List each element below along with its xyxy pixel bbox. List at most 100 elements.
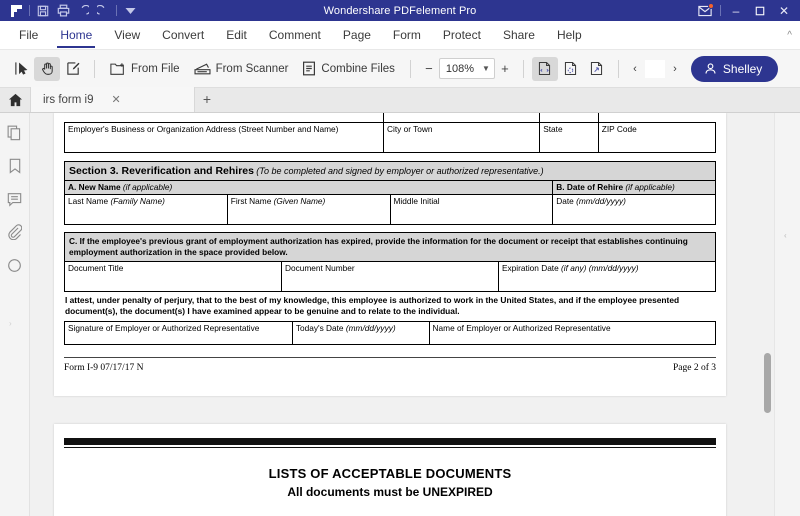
zoom-level-select[interactable]: 108% ▼ xyxy=(438,58,495,79)
tab-irs-form-i9[interactable]: irs form i9 ✕ xyxy=(30,87,195,112)
section-c-table: C. If the employee's previous grant of e… xyxy=(64,232,716,292)
chevron-up-icon[interactable]: ^ xyxy=(787,30,792,41)
right-panel-rail: ‹ xyxy=(774,113,800,516)
maximize-button[interactable] xyxy=(748,2,772,20)
label-b-note: (if applicable) xyxy=(625,181,675,192)
minimize-button[interactable]: – xyxy=(724,2,748,20)
close-icon[interactable]: ✕ xyxy=(111,93,120,106)
ribbon-tab-form[interactable]: Form xyxy=(382,21,432,50)
expiration-date-cell[interactable]: Expiration Date (if any) (mm/dd/yyyy) xyxy=(498,260,716,292)
city-or-town-cell[interactable]: City or Town xyxy=(382,121,541,153)
signature-table: Signature of Employer or Authorized Repr… xyxy=(64,321,717,346)
page-number-input[interactable] xyxy=(644,59,665,78)
lists-subtitle: All documents must be UNEXPIRED xyxy=(287,485,493,499)
employer-name-cell[interactable]: Name of Employer or Authorized Represent… xyxy=(428,321,717,346)
save-icon[interactable] xyxy=(33,2,53,20)
user-account-button[interactable]: Shelley xyxy=(690,55,779,82)
section3-note: (To be completed and signed by employer … xyxy=(256,165,544,176)
header-rule-thick xyxy=(64,438,716,445)
last-name-note: (Family Name) xyxy=(110,196,165,207)
ribbon-tab-file[interactable]: File xyxy=(8,21,49,50)
customize-dropdown-icon[interactable] xyxy=(120,2,140,20)
ribbon-tab-convert[interactable]: Convert xyxy=(151,21,215,50)
label-a-text: A. New Name xyxy=(68,181,121,192)
close-button[interactable]: ✕ xyxy=(772,2,796,20)
vertical-scrollbar[interactable] xyxy=(761,113,774,516)
cut-cell xyxy=(539,113,599,122)
bookmark-icon[interactable] xyxy=(4,156,26,176)
actual-size-icon[interactable] xyxy=(584,57,610,81)
previous-page-button[interactable]: ‹ xyxy=(627,59,643,79)
middle-initial-cell[interactable]: Middle Initial xyxy=(389,194,554,226)
scrollbar-thumb[interactable] xyxy=(764,353,771,413)
employer-address-cell[interactable]: Employer's Business or Organization Addr… xyxy=(64,121,384,153)
edit-annotate-icon[interactable] xyxy=(60,57,86,81)
ribbon-tab-share[interactable]: Share xyxy=(492,21,546,50)
new-tab-button[interactable]: + xyxy=(195,87,219,112)
mail-icon[interactable] xyxy=(693,2,717,20)
first-name-cell[interactable]: First Name (Given Name) xyxy=(226,194,391,226)
date-label: Date xyxy=(556,196,574,207)
label-a-cell: A. New Name (if applicable) xyxy=(63,179,554,196)
label-c-cell: C. If the employee's previous grant of e… xyxy=(64,232,716,262)
ribbon-tab-help[interactable]: Help xyxy=(546,21,593,50)
next-page-button[interactable]: › xyxy=(667,59,683,79)
select-cursor-icon[interactable] xyxy=(8,57,34,81)
ribbon-tab-view[interactable]: View xyxy=(103,21,151,50)
home-icon[interactable] xyxy=(0,87,30,112)
left-sidebar: › xyxy=(0,113,30,516)
divider xyxy=(409,59,411,78)
last-name-cell[interactable]: Last Name (Family Name) xyxy=(64,194,228,226)
zoom-in-button[interactable]: + xyxy=(495,58,515,80)
left-gutter xyxy=(30,113,48,516)
workspace: › Employer's Business or Organization Ad… xyxy=(0,113,800,516)
todays-date-note: (mm/dd/yyyy) xyxy=(345,323,396,334)
page-navigation: ‹ › xyxy=(627,59,683,79)
ribbon-tab-home[interactable]: Home xyxy=(49,21,103,50)
table-row: Signature of Employer or Authorized Repr… xyxy=(64,321,717,346)
ribbon-tab-protect[interactable]: Protect xyxy=(432,21,492,50)
expand-sidebar-chevron-icon[interactable]: › xyxy=(9,319,12,328)
document-viewport[interactable]: Employer's Business or Organization Addr… xyxy=(48,113,774,516)
signature-cell[interactable]: Signature of Employer or Authorized Repr… xyxy=(64,321,293,346)
ribbon-tab-edit[interactable]: Edit xyxy=(215,21,258,50)
attachment-icon[interactable] xyxy=(4,222,26,242)
divider xyxy=(522,59,524,78)
date-note: (mm/dd/yyyy) xyxy=(576,196,626,207)
stamp-circle-icon[interactable] xyxy=(4,255,26,275)
document-number-cell[interactable]: Document Number xyxy=(281,260,499,292)
tab-label: irs form i9 xyxy=(43,93,94,106)
document-title-cell[interactable]: Document Title xyxy=(64,260,282,292)
date-of-rehire-cell[interactable]: Date (mm/dd/yyyy) xyxy=(552,194,716,226)
ribbon-tab-comment[interactable]: Comment xyxy=(258,21,332,50)
divider xyxy=(617,59,619,78)
expand-right-panel-chevron-icon[interactable]: ‹ xyxy=(784,231,787,240)
state-cell[interactable]: State xyxy=(539,121,599,153)
zip-code-cell[interactable]: ZIP Code xyxy=(597,121,717,153)
undo-icon[interactable] xyxy=(73,2,93,20)
todays-date-cell[interactable]: Today's Date (mm/dd/yyyy) xyxy=(291,321,430,346)
zoom-level-value: 108% xyxy=(445,62,475,75)
divider xyxy=(116,5,117,16)
notification-dot xyxy=(708,2,714,9)
table-row xyxy=(65,113,716,122)
lists-title: LISTS OF ACCEPTABLE DOCUMENTS xyxy=(268,466,512,481)
todays-date-label: Today's Date xyxy=(295,323,344,334)
fit-page-icon[interactable] xyxy=(558,57,584,81)
header-rule-thin xyxy=(64,447,716,448)
chevron-down-icon: ▼ xyxy=(482,64,490,73)
fit-width-icon[interactable] xyxy=(531,56,558,81)
print-icon[interactable] xyxy=(53,2,73,20)
from-scanner-button[interactable]: From Scanner xyxy=(187,56,296,82)
hand-tool-icon[interactable] xyxy=(34,56,60,81)
cut-cell xyxy=(597,113,716,122)
attestation-paragraph: I attest, under penalty of perjury, that… xyxy=(65,294,680,316)
from-file-button[interactable]: From File xyxy=(103,56,187,82)
zoom-out-button[interactable]: − xyxy=(419,58,439,80)
pages-thumbnail-icon[interactable] xyxy=(4,123,26,143)
comment-icon[interactable] xyxy=(4,189,26,209)
combine-files-button[interactable]: Combine Files xyxy=(295,56,402,82)
ribbon-tab-page[interactable]: Page xyxy=(332,21,382,50)
combine-files-label: Combine Files xyxy=(321,62,395,75)
redo-icon[interactable] xyxy=(93,2,113,20)
